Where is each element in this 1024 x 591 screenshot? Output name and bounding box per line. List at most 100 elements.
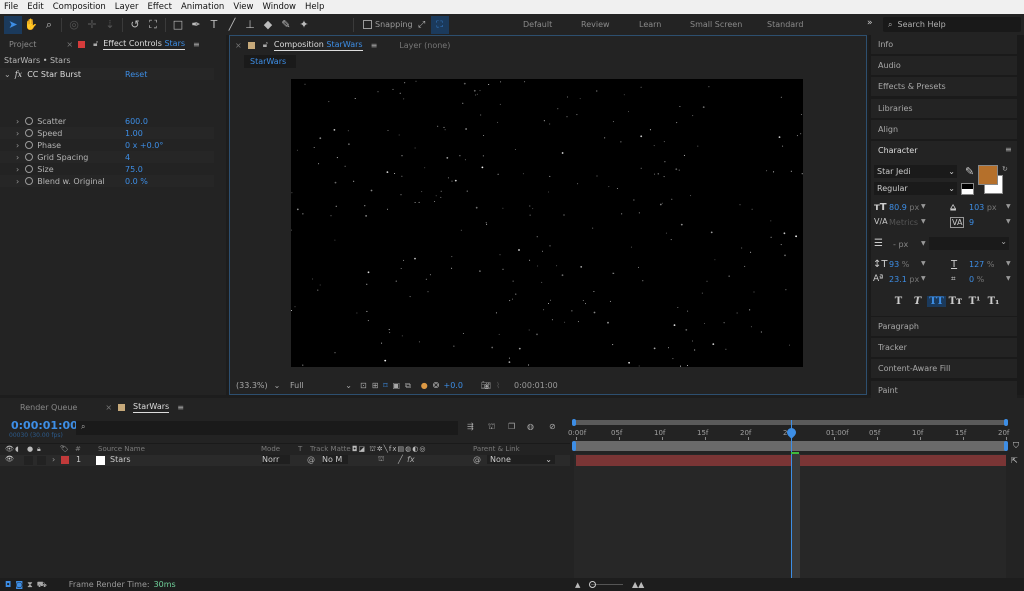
comp-subtab[interactable]: StarWars: [244, 55, 296, 68]
workspace-standard[interactable]: Standard: [767, 20, 803, 29]
dropdown-arrow-icon[interactable]: ▼: [921, 240, 926, 247]
comp-button-icon[interactable]: ⇱: [1011, 456, 1018, 465]
stopwatch-icon[interactable]: [25, 129, 34, 137]
baseline-shift-value[interactable]: 23.1 px: [889, 275, 919, 284]
dropdown-arrow-icon[interactable]: ▼: [1006, 260, 1011, 267]
chevron-right-icon[interactable]: ›: [16, 153, 19, 162]
blend-mode-dropdown[interactable]: Norr: [262, 455, 290, 464]
faux-bold-button[interactable]: T: [889, 296, 908, 307]
snapping-checkbox[interactable]: [363, 20, 372, 29]
param-value[interactable]: 600.0: [125, 117, 148, 126]
fx-switch-icon[interactable]: fx: [407, 455, 415, 464]
comp-marker-bin-icon[interactable]: ⛉: [1013, 441, 1019, 451]
mask-path-icon[interactable]: ⌑: [383, 381, 387, 390]
shy-switch-icon[interactable]: ⛫: [378, 455, 384, 464]
layer-label-color[interactable]: [61, 456, 69, 464]
puppet-pin-tool-icon[interactable]: ✦: [295, 16, 313, 34]
work-area-end-handle[interactable]: [1004, 419, 1008, 426]
quality-switch-icon[interactable]: ╱: [398, 455, 403, 464]
stroke-width-value[interactable]: - px: [893, 240, 908, 249]
snapping-toggle[interactable]: Snapping: [363, 20, 413, 29]
exposure-value[interactable]: +0.0: [443, 381, 462, 390]
tab-starwars-timeline[interactable]: StarWars: [133, 402, 170, 413]
menu-effect[interactable]: Effect: [148, 2, 172, 12]
stopwatch-icon[interactable]: [25, 153, 34, 161]
effect-param-size[interactable]: › Size 75.0: [0, 163, 214, 175]
eraser-tool-icon[interactable]: ◆: [259, 16, 277, 34]
orbit-camera-icon[interactable]: ◎: [65, 16, 83, 34]
track-matte-dropdown[interactable]: No M: [322, 455, 348, 464]
region-of-interest-icon[interactable]: ⊡: [360, 381, 367, 390]
transfer-controls-icon[interactable]: ◙: [15, 580, 23, 589]
workspace-small-screen[interactable]: Small Screen: [690, 20, 742, 29]
current-time-display[interactable]: 0:00:01:00: [514, 381, 558, 390]
chevron-right-icon[interactable]: ›: [16, 165, 19, 174]
guides-icon[interactable]: ▣: [393, 381, 401, 390]
dolly-camera-icon[interactable]: ⇣: [101, 16, 119, 34]
param-value[interactable]: 0.0 %: [125, 177, 148, 186]
graph-editor-icon[interactable]: ⊘: [549, 422, 556, 431]
reset-exposure-icon[interactable]: ❂: [433, 381, 440, 390]
zoom-out-icon[interactable]: ▲: [575, 581, 580, 589]
fill-color-swatch[interactable]: [978, 165, 998, 185]
tab-project[interactable]: Project: [9, 40, 36, 49]
panel-content-aware-fill[interactable]: Content-Aware Fill: [871, 359, 1017, 380]
vertical-scale-value[interactable]: 93 %: [889, 260, 909, 269]
workspace-learn[interactable]: Learn: [639, 20, 661, 29]
snapshot-icon[interactable]: 📷︎: [481, 381, 491, 390]
time-navigator-bar[interactable]: [574, 441, 1006, 451]
eyedropper-icon[interactable]: ✎: [965, 165, 974, 178]
stopwatch-icon[interactable]: [25, 117, 34, 125]
swap-colors-icon[interactable]: ↻: [1002, 165, 1008, 173]
menu-animation[interactable]: Animation: [181, 2, 224, 12]
faux-italic-button[interactable]: T: [908, 296, 927, 307]
small-caps-button[interactable]: Tт: [946, 296, 965, 307]
layer-switches-icon[interactable]: ◘: [5, 580, 11, 589]
panel-menu-icon[interactable]: ≡: [177, 403, 184, 412]
effect-param-speed[interactable]: › Speed 1.00: [0, 127, 214, 139]
rotation-tool-icon[interactable]: ↺: [126, 16, 144, 34]
pan-behind-tool-icon[interactable]: ⛶: [144, 16, 162, 34]
channel-icon[interactable]: ●: [421, 381, 428, 390]
effect-param-blend-w-original[interactable]: › Blend w. Original 0.0 %: [0, 175, 214, 187]
dropdown-arrow-icon[interactable]: ▼: [921, 260, 926, 267]
zoom-slider-thumb[interactable]: [589, 581, 596, 588]
3d-view-icon[interactable]: ⧉: [405, 381, 411, 391]
solo-switch[interactable]: [37, 456, 46, 465]
chevron-right-icon[interactable]: ›: [52, 455, 55, 464]
dropdown-arrow-icon[interactable]: ▼: [921, 275, 926, 282]
work-area-start-handle[interactable]: [572, 419, 576, 426]
in-out-duration-icon[interactable]: ⧗: [27, 580, 33, 590]
dropdown-arrow-icon[interactable]: ▼: [1006, 218, 1011, 225]
chevron-down-icon[interactable]: ⌄: [4, 70, 11, 79]
param-value[interactable]: 1.00: [125, 129, 143, 138]
panel-effects-presets[interactable]: Effects & Presets: [871, 77, 1017, 98]
selection-tool-icon[interactable]: ➤: [4, 15, 22, 34]
clone-stamp-tool-icon[interactable]: ⊥: [241, 16, 259, 34]
roto-brush-tool-icon[interactable]: ✎: [277, 16, 295, 34]
render-time-icon[interactable]: ⛟: [37, 580, 47, 590]
lock-icon[interactable]: 🔓︎: [93, 39, 98, 49]
chevron-right-icon[interactable]: ›: [16, 117, 19, 126]
dropdown-arrow-icon[interactable]: ▼: [921, 218, 926, 225]
tab-layer[interactable]: Layer (none): [399, 41, 450, 50]
lock-icon[interactable]: 🔓︎: [263, 40, 268, 50]
zoom-tool-icon[interactable]: ⌕: [40, 16, 58, 34]
fx-icon[interactable]: fx: [15, 70, 22, 79]
brush-tool-icon[interactable]: ╱: [223, 16, 241, 34]
panel-menu-icon[interactable]: ≡: [371, 41, 378, 50]
param-value[interactable]: 4: [125, 153, 130, 162]
snap-options-icon[interactable]: ⤢: [413, 16, 431, 34]
dropdown-arrow-icon[interactable]: ▼: [921, 203, 926, 210]
font-family-dropdown[interactable]: Star Jedi ⌄: [874, 165, 957, 178]
eye-icon[interactable]: 👁︎: [5, 455, 14, 463]
menu-view[interactable]: View: [233, 2, 253, 12]
workspace-overflow-icon[interactable]: »: [867, 18, 873, 28]
stopwatch-icon[interactable]: [25, 141, 34, 149]
tracking-value[interactable]: 9: [969, 218, 974, 227]
dropdown-arrow-icon[interactable]: ▼: [1006, 203, 1011, 210]
motion-blur-icon[interactable]: ◍: [527, 422, 534, 431]
menu-window[interactable]: Window: [262, 2, 296, 12]
font-style-dropdown[interactable]: Regular ⌄: [874, 182, 957, 195]
snap-grid-icon[interactable]: ⛶: [430, 15, 449, 34]
